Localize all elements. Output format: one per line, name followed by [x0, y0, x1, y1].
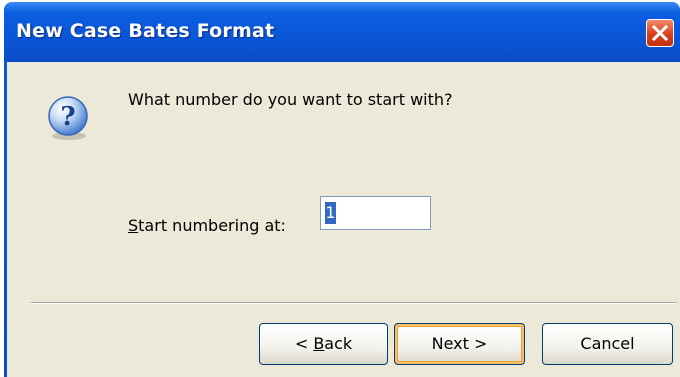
dialog-body: ? What number do you want to start with?… — [7, 62, 680, 377]
svg-text:?: ? — [60, 102, 75, 132]
separator — [31, 302, 677, 304]
start-number-input[interactable] — [320, 196, 431, 230]
back-label: ack — [324, 334, 353, 353]
prompt-text: What number do you want to start with? — [128, 90, 453, 109]
next-button[interactable]: Next > — [394, 323, 525, 365]
start-numbering-label: Start numbering at: — [128, 216, 286, 235]
label-accelerator: S — [128, 216, 139, 235]
cancel-button[interactable]: Cancel — [542, 323, 673, 365]
back-accelerator: B — [313, 334, 325, 353]
close-icon — [651, 24, 669, 42]
window-title: New Case Bates Format — [16, 20, 275, 42]
title-bar[interactable]: New Case Bates Format — [4, 2, 680, 62]
question-icon: ? — [48, 96, 88, 140]
close-button[interactable] — [646, 19, 674, 47]
back-prefix: < — [294, 334, 314, 353]
back-button[interactable]: < Back — [259, 323, 388, 365]
dialog-window: New Case Bates Format ? What number do y… — [4, 2, 680, 377]
label-text: tart numbering at: — [138, 216, 286, 235]
